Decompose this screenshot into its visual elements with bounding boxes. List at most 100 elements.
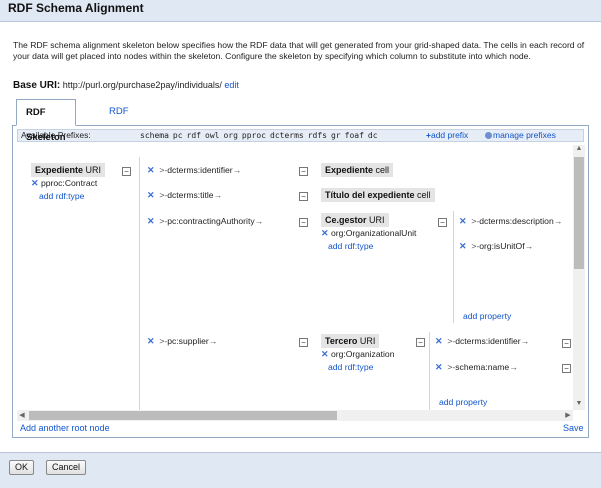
add-root-node-link[interactable]: Add another root node	[20, 423, 110, 433]
root-node[interactable]: Expediente URI	[31, 163, 106, 177]
remove-icon[interactable]: ✕	[435, 362, 443, 372]
arrow-icon: >-	[468, 241, 480, 251]
property-name: dcterms:identifier	[455, 336, 521, 346]
remove-icon[interactable]: ✕	[31, 178, 39, 188]
root-type: ✕ pproc:Contract	[31, 178, 97, 189]
target-node-kind: cell	[417, 190, 431, 200]
arrow-icon: →	[213, 190, 223, 200]
target-type-value: org:OrganizationalUnit	[330, 228, 417, 238]
arrow-icon: →	[208, 336, 218, 346]
root-node-name: Expediente	[35, 165, 84, 175]
gear-icon	[485, 132, 492, 139]
vertical-scrollbar[interactable]: ▲ ▼	[573, 145, 585, 410]
target-node-box[interactable]: Expediente cell	[321, 163, 394, 177]
scrollbar-thumb[interactable]	[574, 157, 584, 269]
sub-property-row[interactable]: ✕ >-schema:name→	[435, 362, 518, 373]
add-property-link[interactable]: add property	[439, 397, 487, 407]
remove-icon[interactable]: ✕	[147, 165, 155, 175]
target-type-value: org:Organization	[330, 349, 395, 359]
remove-icon[interactable]: ✕	[459, 216, 467, 226]
skeleton-panel: Available Prefixes: schemapcrdfowlorgppr…	[12, 125, 589, 438]
target-node-cell[interactable]: Expediente cell	[321, 163, 394, 177]
remove-icon[interactable]: ✕	[147, 216, 155, 226]
prefix-list: schema pc rdf owl org pproc dcterms rdfs gr foaf d…	[140, 130, 382, 141]
arrow-icon: →	[509, 362, 518, 372]
add-property-link[interactable]: add property	[463, 311, 511, 321]
add-type-link[interactable]: add rdf:type	[328, 241, 373, 251]
property-name: org:isUnitOf	[479, 241, 525, 251]
property-row[interactable]: ✕ >-pc:supplier→	[147, 336, 217, 347]
remove-icon[interactable]: ✕	[459, 241, 467, 251]
remove-icon[interactable]: ✕	[435, 336, 443, 346]
prefix-item: rdf	[186, 131, 201, 140]
target-node-uri[interactable]: Tercero URI	[321, 334, 380, 348]
collapse-toggle[interactable]: −	[299, 167, 308, 176]
arrow-icon: >-	[156, 165, 168, 175]
ok-button[interactable]: OK	[9, 460, 35, 475]
target-node-box[interactable]: Tercero URI	[321, 334, 380, 348]
target-node-name: Título del expediente	[325, 190, 415, 200]
remove-icon[interactable]: ✕	[147, 336, 155, 346]
dialog-title: RDF Schema Alignment	[8, 1, 144, 15]
scroll-right-icon[interactable]: ▶	[563, 410, 573, 421]
add-type-link[interactable]: add rdf:type	[328, 362, 373, 372]
collapse-toggle[interactable]: −	[122, 167, 131, 176]
manage-prefixes-link[interactable]: manage prefixes	[485, 130, 556, 141]
tab-rdf-skeleton[interactable]: RDF Skeleton	[16, 99, 76, 143]
cancel-button[interactable]: Cancel	[46, 460, 87, 475]
property-name: pc:supplier	[167, 336, 209, 346]
save-link[interactable]: Save	[563, 423, 584, 433]
add-prefix-link[interactable]: +add prefix	[426, 130, 468, 141]
property-row[interactable]: ✕ >-pc:contractingAuthority→	[147, 216, 263, 227]
tab-rdf-preview[interactable]: RDF Preview	[100, 99, 152, 142]
horizontal-scrollbar[interactable]: ◀ ▶	[17, 410, 573, 421]
prefix-item: dc	[367, 131, 378, 140]
target-node-cell[interactable]: Título del expediente cell	[321, 188, 435, 202]
collapse-toggle[interactable]: −	[416, 338, 425, 347]
scroll-down-icon[interactable]: ▼	[573, 400, 585, 410]
dialog-description: The RDF schema alignment skeleton below …	[13, 40, 585, 61]
property-row[interactable]: ✕ >-dcterms:title→	[147, 190, 222, 201]
target-node-uri[interactable]: Ce.gestor URI	[321, 213, 389, 227]
remove-icon[interactable]: ✕	[147, 190, 155, 200]
arrow-icon: >-	[156, 190, 168, 200]
dialog-titlebar: RDF Schema Alignment	[0, 0, 601, 22]
property-name: dcterms:identifier	[167, 165, 233, 175]
collapse-toggle[interactable]: −	[299, 192, 308, 201]
scroll-left-icon[interactable]: ◀	[17, 410, 27, 421]
sub-property-row[interactable]: ✕ >-dcterms:identifier→	[435, 336, 529, 347]
target-node-kind: cell	[375, 165, 390, 175]
arrow-icon: →	[520, 336, 530, 346]
base-uri-value: http://purl.org/purchase2pay/individuals…	[62, 80, 222, 90]
arrow-icon: >-	[468, 216, 480, 226]
arrow-icon: >-	[156, 336, 168, 346]
property-name: pc:contractingAuthority	[167, 216, 255, 226]
root-add-type-link[interactable]: add rdf:type	[39, 191, 84, 201]
arrow-icon: →	[232, 165, 242, 175]
prefix-bar: Available Prefixes: schemapcrdfowlorgppr…	[17, 129, 584, 142]
arrow-icon: →	[254, 216, 264, 226]
prefix-item: pc	[172, 131, 183, 140]
add-prefix-label: add prefix	[430, 130, 469, 140]
remove-icon[interactable]: ✕	[321, 228, 329, 238]
scrollbar-thumb[interactable]	[29, 411, 337, 420]
collapse-toggle[interactable]: −	[299, 218, 308, 227]
remove-icon[interactable]: ✕	[321, 349, 329, 359]
target-node-box[interactable]: Título del expediente cell	[321, 188, 435, 202]
base-uri-label: Base URI:	[13, 80, 61, 91]
collapse-toggle[interactable]: −	[438, 218, 447, 227]
sub-property-row[interactable]: ✕ >-org:isUnitOf→	[459, 241, 533, 252]
property-row[interactable]: ✕ >-dcterms:identifier→	[147, 165, 241, 176]
prefix-item: schema	[140, 131, 169, 140]
root-node-box[interactable]: Expediente URI	[31, 163, 106, 177]
collapse-toggle[interactable]: −	[299, 338, 308, 347]
prefix-item: foaf	[344, 131, 364, 140]
target-node-box[interactable]: Ce.gestor URI	[321, 213, 389, 227]
skeleton-canvas: Expediente URI − ✕ pproc:Contract add rd…	[17, 145, 573, 410]
sub-property-row[interactable]: ✕ >-dcterms:description→	[459, 216, 562, 227]
collapse-toggle[interactable]: −	[562, 339, 571, 348]
base-uri-edit-link[interactable]: edit	[224, 80, 239, 90]
scroll-up-icon[interactable]: ▲	[573, 145, 585, 155]
target-type: ✕ org:Organization	[321, 349, 394, 360]
collapse-toggle[interactable]: −	[562, 364, 571, 373]
